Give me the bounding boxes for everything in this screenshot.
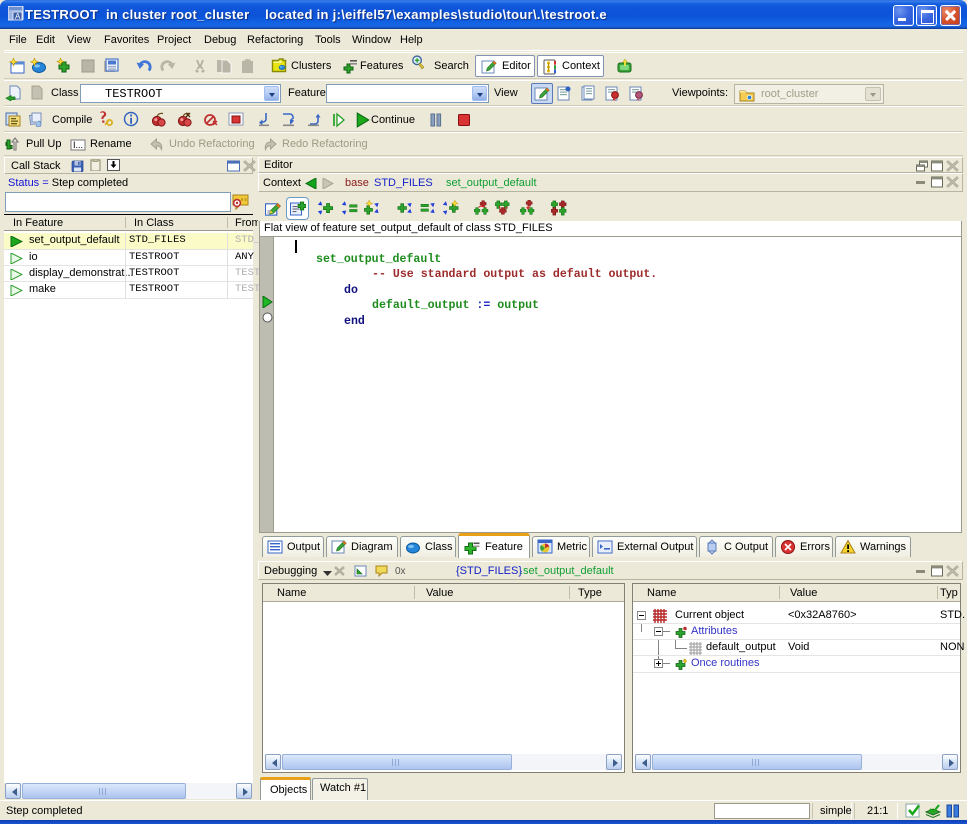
svg-text:I...: I... (73, 140, 83, 150)
svg-text:A: A (15, 12, 21, 21)
